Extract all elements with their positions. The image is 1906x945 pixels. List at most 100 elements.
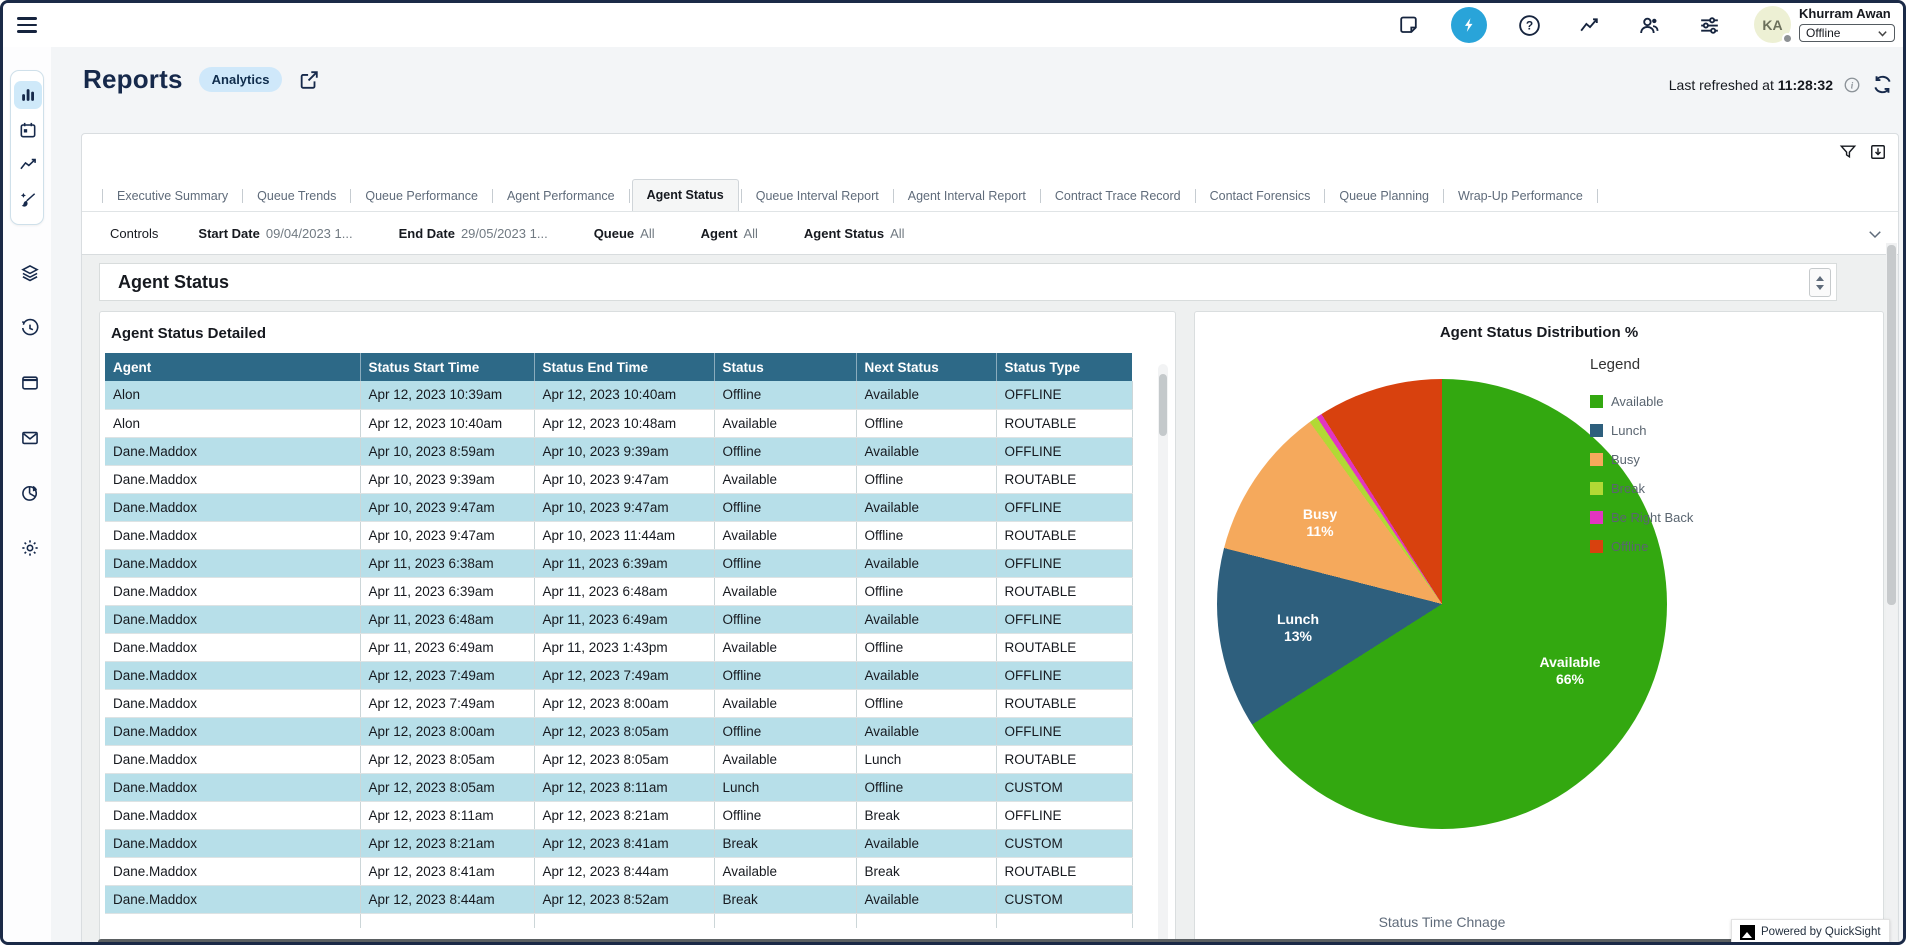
- filter-queue[interactable]: QueueAll: [594, 226, 655, 241]
- table-row[interactable]: Dane.MaddoxApr 11, 2023 6:49amApr 11, 20…: [105, 633, 1132, 661]
- sidebar-item-window[interactable]: [16, 369, 44, 397]
- tab-contact-forensics[interactable]: Contact Forensics: [1198, 182, 1323, 211]
- column-header[interactable]: Status Type: [996, 353, 1132, 381]
- help-icon[interactable]: ?: [1511, 7, 1547, 43]
- tab-wrap-up-performance[interactable]: Wrap-Up Performance: [1446, 182, 1595, 211]
- legend-label: Break: [1611, 481, 1645, 496]
- column-header[interactable]: Next Status: [856, 353, 996, 381]
- refresh-icon[interactable]: [1871, 73, 1894, 96]
- avatar-initials: KA: [1762, 17, 1782, 33]
- sidebar-item-design[interactable]: [14, 186, 42, 214]
- table-row[interactable]: Dane.MaddoxApr 12, 2023 8:05amApr 12, 20…: [105, 773, 1132, 801]
- tab-agent-performance[interactable]: Agent Performance: [495, 182, 627, 211]
- sheet-stepper[interactable]: [1809, 268, 1831, 297]
- info-icon[interactable]: i: [1843, 76, 1861, 94]
- tab-divider: [629, 189, 630, 203]
- top-icon-group: ?: [1391, 3, 1727, 47]
- legend-item-lunch[interactable]: Lunch: [1590, 416, 1693, 445]
- tab-divider: [350, 189, 351, 203]
- avatar[interactable]: KA: [1754, 6, 1791, 43]
- agent-status-detailed-card: Agent Status Detailed AgentStatus Start …: [99, 311, 1176, 945]
- agents-icon[interactable]: [1631, 7, 1667, 43]
- left-sidebar: [3, 47, 51, 945]
- legend-item-busy[interactable]: Busy: [1590, 445, 1693, 474]
- download-icon[interactable]: [1868, 142, 1888, 162]
- boost-lightning-icon[interactable]: [1451, 7, 1487, 43]
- table-row[interactable]: Dane.MaddoxApr 12, 2023 8:41amApr 12, 20…: [105, 857, 1132, 885]
- user-box: KA Khurram Awan Offline: [1754, 6, 1895, 43]
- table-row[interactable]: Dane.MaddoxApr 12, 2023 8:21amApr 12, 20…: [105, 829, 1132, 857]
- controls-expand-chevron-icon[interactable]: [1866, 225, 1884, 243]
- analytics-badge: Analytics: [199, 67, 283, 92]
- table-row[interactable]: Dane.MaddoxApr 11, 2023 6:39amApr 11, 20…: [105, 577, 1132, 605]
- table-row[interactable]: Dane.MaddoxApr 10, 2023 8:59amApr 10, 20…: [105, 437, 1132, 465]
- table-row[interactable]: Dane.MaddoxApr 12, 2023 8:11amApr 12, 20…: [105, 801, 1132, 829]
- preferences-sliders-icon[interactable]: [1691, 7, 1727, 43]
- tab-queue-interval-report[interactable]: Queue Interval Report: [744, 182, 891, 211]
- horizontal-scrollbar-thumb[interactable]: [98, 939, 1881, 945]
- legend-item-offline[interactable]: Offline: [1590, 532, 1693, 561]
- sidebar-item-schedule[interactable]: [14, 116, 42, 144]
- column-header[interactable]: Agent: [105, 353, 360, 381]
- sidebar-item-mail[interactable]: [16, 424, 44, 452]
- table-row[interactable]: Dane.MaddoxApr 12, 2023 8:44amApr 12, 20…: [105, 885, 1132, 913]
- tab-divider: [741, 189, 742, 203]
- sidebar-item-trends[interactable]: [14, 151, 42, 179]
- legend-item-break[interactable]: Break: [1590, 474, 1693, 503]
- tab-divider: [102, 189, 103, 203]
- legend-item-available[interactable]: Available: [1590, 387, 1693, 416]
- chevron-down-icon: [1877, 28, 1888, 39]
- sheet-title: Agent Status: [118, 272, 229, 293]
- table-row[interactable]: Dane.MaddoxApr 12, 2023 7:49amApr 12, 20…: [105, 661, 1132, 689]
- user-name: Khurram Awan: [1799, 6, 1895, 21]
- table-row[interactable]: Dane.MaddoxApr 11, 2023 6:38amApr 11, 20…: [105, 549, 1132, 577]
- sidebar-item-analytics-pie[interactable]: [16, 479, 44, 507]
- tab-contract-trace-record[interactable]: Contract Trace Record: [1043, 182, 1193, 211]
- page-scrollbar-thumb[interactable]: [1887, 245, 1896, 605]
- tab-agent-status[interactable]: Agent Status: [632, 179, 739, 211]
- agent-status-select[interactable]: Offline: [1799, 24, 1895, 42]
- table-row[interactable]: AlonApr 12, 2023 10:40amApr 12, 2023 10:…: [105, 409, 1132, 437]
- tab-queue-performance[interactable]: Queue Performance: [353, 182, 490, 211]
- sidebar-item-reports[interactable]: [14, 81, 42, 109]
- column-header[interactable]: Status: [714, 353, 856, 381]
- table-row[interactable]: Dane.MaddoxApr 12, 2023 8:00amApr 12, 20…: [105, 717, 1132, 745]
- table-row[interactable]: Dane.MaddoxApr 10, 2023 9:47amApr 10, 20…: [105, 521, 1132, 549]
- filter-agent[interactable]: AgentAll: [701, 226, 758, 241]
- filter-icon[interactable]: [1838, 142, 1858, 162]
- column-header[interactable]: Status End Time: [534, 353, 714, 381]
- quicksight-logo-icon: [1740, 925, 1755, 940]
- hamburger-menu-icon[interactable]: [17, 17, 37, 33]
- sidebar-item-layers[interactable]: [16, 259, 44, 287]
- bar-chart-icon: [18, 85, 38, 105]
- table-row[interactable]: Dane.MaddoxApr 10, 2023 9:47amApr 10, 20…: [105, 493, 1132, 521]
- filter-agent-status[interactable]: Agent StatusAll: [804, 226, 905, 241]
- table-row[interactable]: Dane.MaddoxApr 10, 2023 9:39amApr 10, 20…: [105, 465, 1132, 493]
- agent-status-value: Offline: [1806, 26, 1840, 40]
- tab-executive-summary[interactable]: Executive Summary: [105, 182, 240, 211]
- dashboard-card: Executive SummaryQueue TrendsQueue Perfo…: [81, 133, 1899, 945]
- sidebar-item-settings[interactable]: [16, 534, 44, 562]
- table-row[interactable]: AlonApr 12, 2023 10:39amApr 12, 2023 10:…: [105, 381, 1132, 409]
- tab-queue-trends[interactable]: Queue Trends: [245, 182, 348, 211]
- task-note-icon[interactable]: [1391, 7, 1427, 43]
- table-row-partial[interactable]: [105, 913, 1132, 928]
- table-scrollbar: [1158, 364, 1168, 945]
- agent-status-table: AgentStatus Start TimeStatus End TimeSta…: [105, 353, 1133, 928]
- status-dot: [1782, 33, 1793, 44]
- table-row[interactable]: Dane.MaddoxApr 12, 2023 8:05amApr 12, 20…: [105, 745, 1132, 773]
- table-row[interactable]: Dane.MaddoxApr 11, 2023 6:48amApr 11, 20…: [105, 605, 1132, 633]
- sidebar-item-history[interactable]: [16, 314, 44, 342]
- tab-queue-planning[interactable]: Queue Planning: [1327, 182, 1441, 211]
- legend-label: Lunch: [1611, 423, 1646, 438]
- controls-label: Controls: [110, 226, 158, 241]
- external-link-icon[interactable]: [298, 69, 320, 91]
- metrics-icon[interactable]: [1571, 7, 1607, 43]
- legend-item-be-right-back[interactable]: Be Right Back: [1590, 503, 1693, 532]
- filter-end-date[interactable]: End Date29/05/2023 1...: [399, 226, 548, 241]
- table-scrollbar-thumb[interactable]: [1159, 374, 1167, 436]
- filter-start-date[interactable]: Start Date09/04/2023 1...: [198, 226, 352, 241]
- tab-agent-interval-report[interactable]: Agent Interval Report: [896, 182, 1038, 211]
- table-row[interactable]: Dane.MaddoxApr 12, 2023 7:49amApr 12, 20…: [105, 689, 1132, 717]
- column-header[interactable]: Status Start Time: [360, 353, 534, 381]
